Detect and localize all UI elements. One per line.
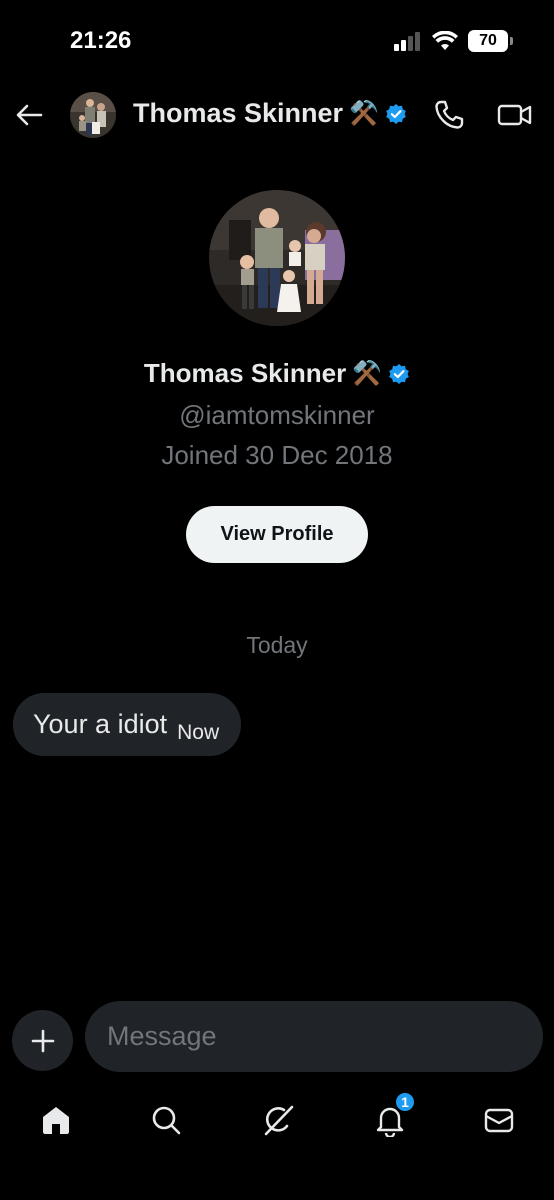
- add-attachment-button[interactable]: [12, 1010, 73, 1071]
- messages-icon: [484, 1108, 514, 1133]
- dm-conversation-screen: 21:26 70 Thomas Skinner ⚒️ Thomas Skinne…: [0, 0, 554, 1200]
- battery-level: 70: [479, 32, 497, 49]
- phone-icon: [435, 100, 464, 129]
- status-icons: 70: [394, 30, 513, 52]
- signal-icon: [394, 32, 420, 51]
- message-text: Your a idiot: [33, 709, 168, 739]
- avatar-photo: [70, 92, 116, 138]
- profile-photo-image: [209, 190, 345, 326]
- video-call-button[interactable]: [496, 98, 534, 132]
- message-bubble[interactable]: Your a idiot Now: [13, 693, 242, 756]
- message-timestamp: Now: [177, 720, 220, 744]
- home-icon: [43, 1107, 69, 1134]
- avatar[interactable]: [70, 92, 116, 138]
- hammer-pick-emoji: ⚒️: [349, 100, 379, 127]
- profile-name-row: Thomas Skinner ⚒️: [0, 358, 554, 389]
- bottom-nav: 1: [0, 1090, 554, 1150]
- message-input[interactable]: [85, 1001, 543, 1072]
- view-profile-button[interactable]: View Profile: [186, 506, 368, 563]
- nav-notifications[interactable]: 1: [370, 1091, 416, 1140]
- profile-joined-date: Joined 30 Dec 2018: [161, 440, 393, 470]
- verified-badge-icon: [386, 103, 406, 124]
- nav-search[interactable]: [146, 1100, 186, 1140]
- nav-messages[interactable]: [479, 1100, 519, 1140]
- profile-verified-badge-icon: [389, 363, 409, 384]
- date-separator: Today: [246, 632, 308, 658]
- notification-count-badge: 1: [394, 1091, 416, 1113]
- search-icon: [152, 1106, 181, 1135]
- nav-grok[interactable]: [258, 1100, 298, 1140]
- video-icon: [497, 104, 532, 126]
- profile-photo[interactable]: [209, 190, 345, 326]
- profile-name: Thomas Skinner: [143, 358, 347, 388]
- status-bar: 21:26 70: [0, 0, 554, 80]
- plus-icon: [31, 1029, 54, 1052]
- conversation-header: Thomas Skinner ⚒️: [0, 88, 554, 142]
- grok-icon: [264, 1105, 294, 1136]
- profile-hammer-pick-emoji: ⚒️: [352, 360, 383, 387]
- back-button[interactable]: [12, 98, 46, 132]
- back-arrow-icon: [16, 104, 43, 126]
- wifi-icon: [432, 31, 458, 50]
- profile-handle: @iamtomskinner: [179, 400, 375, 430]
- contact-name: Thomas Skinner: [133, 98, 344, 128]
- header-title[interactable]: Thomas Skinner ⚒️: [133, 98, 407, 129]
- nav-home[interactable]: [36, 1100, 76, 1140]
- voice-call-button[interactable]: [432, 98, 466, 132]
- battery-icon: 70: [468, 30, 513, 52]
- status-time: 21:26: [70, 27, 132, 54]
